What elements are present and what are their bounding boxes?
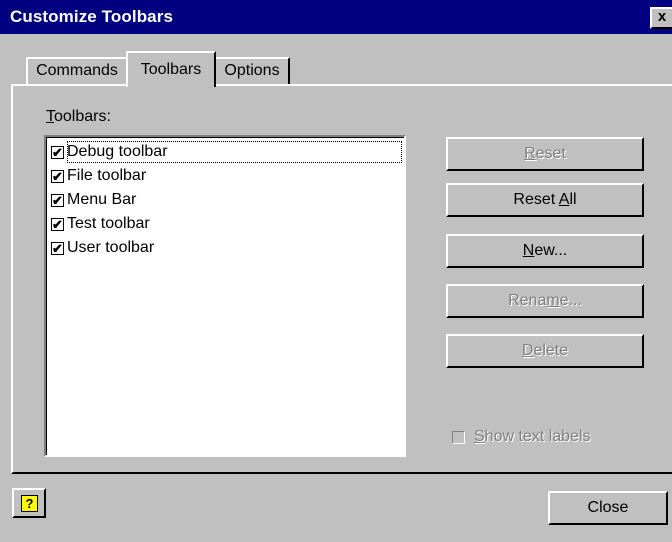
customize-toolbars-dialog: Customize Toolbars x Commands Toolbars O… <box>0 0 672 542</box>
delete-label: elete <box>533 342 569 359</box>
reset-button[interactable]: Reset <box>446 137 644 171</box>
list-item-label: File toolbar <box>67 167 147 184</box>
checkbox-file-toolbar[interactable]: ✔ <box>51 169 64 183</box>
delete-button[interactable]: Delete <box>446 334 644 368</box>
show-text-labels-label: how text labels <box>484 428 591 445</box>
listbox-inner-border: ✔ Debug toolbar ✔ File toolbar ✔ Menu Ba… <box>46 137 404 455</box>
tab-commands-label: Commands <box>36 62 118 79</box>
checkbox-user-toolbar[interactable]: ✔ <box>51 241 64 255</box>
list-item-label: Test toolbar <box>67 215 150 232</box>
list-item-test-toolbar[interactable]: ✔ Test toolbar <box>51 213 150 235</box>
close-window-button[interactable]: x <box>650 7 672 29</box>
reset-all-button[interactable]: Reset All <box>446 183 644 217</box>
list-item-label: User toolbar <box>67 239 155 256</box>
reset-mnemonic: R <box>524 145 536 162</box>
list-item-user-toolbar[interactable]: ✔ User toolbar <box>51 237 154 259</box>
tab-options[interactable]: Options <box>214 57 290 84</box>
show-text-labels-checkbox[interactable] <box>452 430 465 444</box>
tab-options-label: Options <box>224 62 280 79</box>
toolbars-label-text: oolbars: <box>54 108 111 125</box>
tab-commands[interactable]: Commands <box>26 57 128 84</box>
toolbars-list-label: Toolbars: <box>46 108 111 126</box>
help-icon: ? <box>21 495 38 512</box>
rename-button[interactable]: Rename... <box>446 284 644 318</box>
rename-mnemonic: m <box>546 292 560 309</box>
list-item-label: Menu Bar <box>67 191 137 208</box>
delete-mnemonic: D <box>521 342 534 359</box>
tab-toolbars[interactable]: Toolbars <box>126 51 216 87</box>
show-text-labels-mnemonic: S <box>474 428 485 445</box>
checkbox-debug-toolbar[interactable]: ✔ <box>51 145 64 159</box>
close-icon: x <box>657 8 667 25</box>
reset-all-mnemonic: A <box>558 191 570 208</box>
rename-label-start: Rena <box>508 292 547 309</box>
new-button[interactable]: New... <box>446 234 644 268</box>
reset-label: eset <box>535 145 566 162</box>
checkbox-test-toolbar[interactable]: ✔ <box>51 217 64 231</box>
list-item-menu-bar[interactable]: ✔ Menu Bar <box>51 189 136 211</box>
reset-all-label-end: ll <box>569 191 577 208</box>
close-button[interactable]: Close <box>548 491 668 525</box>
rename-label-end: e... <box>559 292 582 309</box>
checkbox-menu-bar[interactable]: ✔ <box>51 193 64 207</box>
help-button[interactable]: ? <box>12 488 46 518</box>
new-label: ew... <box>534 242 568 259</box>
window-title: Customize Toolbars <box>10 7 174 26</box>
tab-toolbars-label: Toolbars <box>140 61 202 78</box>
list-item-debug-toolbar[interactable]: ✔ Debug toolbar <box>51 141 168 163</box>
toolbars-label-mnemonic: T <box>46 108 54 125</box>
title-bar[interactable]: Customize Toolbars x <box>0 0 672 34</box>
list-item-label: Debug toolbar <box>67 143 168 160</box>
new-mnemonic: N <box>522 242 535 259</box>
list-item-file-toolbar[interactable]: ✔ File toolbar <box>51 165 146 187</box>
toolbars-listbox[interactable]: ✔ Debug toolbar ✔ File toolbar ✔ Menu Ba… <box>44 135 406 457</box>
show-text-labels-option[interactable]: Show text labels <box>452 428 591 446</box>
reset-all-label-start: Reset <box>513 191 559 208</box>
